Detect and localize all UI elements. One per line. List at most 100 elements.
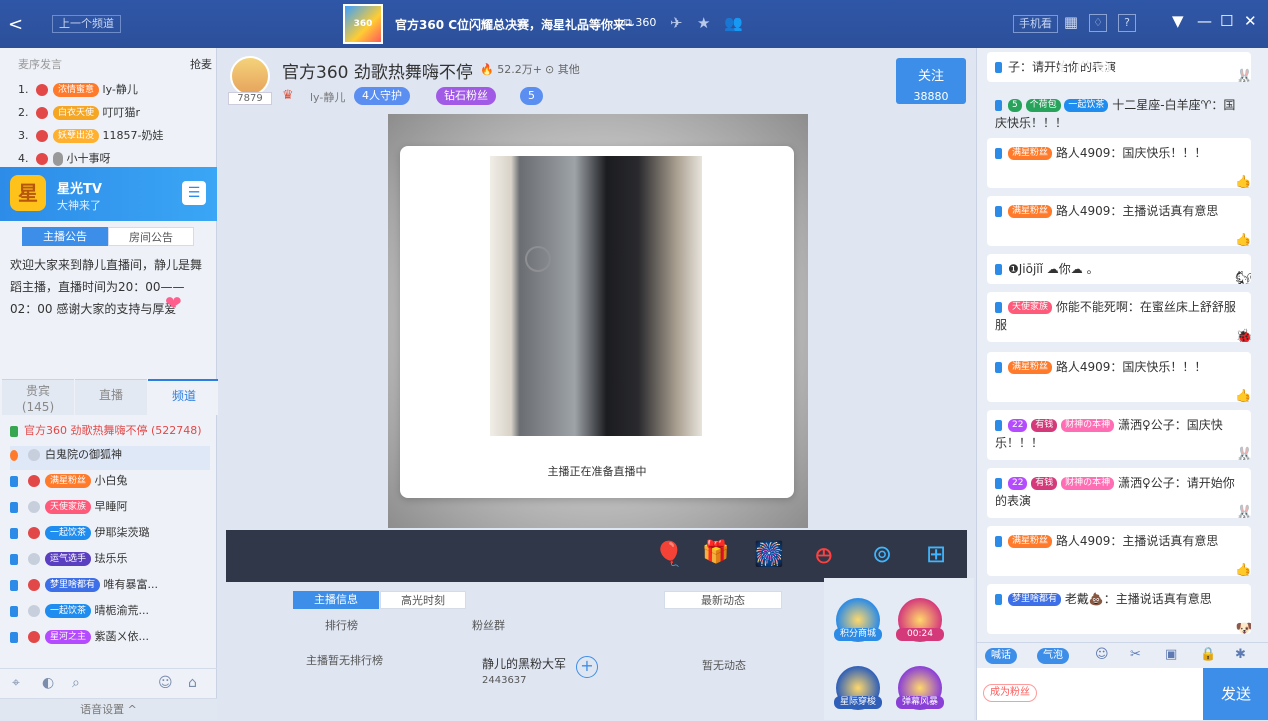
back-icon[interactable]: < bbox=[8, 14, 23, 35]
list-item[interactable]: 天使家族 早睡阿 bbox=[10, 498, 128, 522]
fireworks-icon[interactable]: 🎆 bbox=[754, 540, 784, 568]
activity-item[interactable]: 00:24 bbox=[896, 598, 944, 642]
maximize-icon[interactable]: ☐ bbox=[1220, 12, 1233, 30]
tab-live[interactable]: 直播 bbox=[75, 379, 147, 415]
center-panel: 7879 官方360 劲歌热舞嗨不停 🔥 52.2万+ ⊙ 其他 ♛ ly-静儿… bbox=[218, 48, 975, 720]
user-badge: 梦里啥都有 bbox=[45, 578, 101, 592]
chat-message[interactable]: 22 有钱 财神の本神 潇洒♀公子：请开始你的表演 🐰 bbox=[987, 468, 1251, 518]
xingguang-tv-banner[interactable]: 星 星光TV 大神来了 ☰ bbox=[0, 167, 217, 221]
rank-number: 3. bbox=[18, 129, 29, 142]
mic-queue-title: 麦序发言 bbox=[18, 58, 62, 71]
balloon-icon[interactable]: 🎈 bbox=[654, 540, 684, 568]
bell-icon[interactable]: ♢ bbox=[1089, 14, 1107, 32]
scissors-icon[interactable]: ✂ bbox=[1130, 647, 1141, 662]
tab-highlights[interactable]: 高光时刻 bbox=[380, 591, 466, 609]
rank-name: 小十事呀 bbox=[66, 152, 111, 165]
device-icon bbox=[10, 501, 18, 513]
search-icon[interactable]: ⌕ bbox=[72, 675, 80, 691]
lock-icon[interactable]: 🔒 bbox=[1200, 647, 1216, 662]
chat-badge: 22 bbox=[1008, 477, 1028, 490]
fan-icon bbox=[525, 246, 551, 272]
tab-room-announcement[interactable]: 房间公告 bbox=[108, 227, 194, 246]
chat-message[interactable]: 22 有钱 财神の本神 潇洒♀公子：国庆快乐！！！ 🐰 bbox=[987, 410, 1251, 460]
list-item[interactable]: 梦里啥都有 唯有暴富... bbox=[10, 576, 158, 600]
chat-message[interactable]: 梦里啥都有 老戴💩：主播说话真有意思 🐶 bbox=[987, 584, 1251, 634]
activity-item[interactable]: 弹幕风暴 bbox=[896, 666, 944, 710]
tab-anchor-info[interactable]: 主播信息 bbox=[293, 591, 379, 609]
chat-emoji-icon: 🐿 bbox=[1235, 271, 1251, 284]
list-item[interactable]: 运气选手 珐乐乐 bbox=[10, 550, 128, 574]
plane-icon[interactable]: ✈ bbox=[670, 14, 683, 32]
chat-message[interactable]: 满星粉丝 路人4909：主播说话真有意思 🤙 bbox=[987, 526, 1251, 576]
rank-item[interactable]: 3. 妖孽出没 11857-奶娃 bbox=[18, 127, 163, 147]
tab-anchor-announcement[interactable]: 主播公告 bbox=[22, 227, 108, 246]
other-icon: ⊙ bbox=[545, 63, 555, 76]
voice-settings-button[interactable]: 语音设置 ^ bbox=[0, 698, 217, 720]
location-icon[interactable]: ⌖ bbox=[12, 675, 20, 691]
user-face-icon bbox=[27, 475, 40, 487]
users-icon[interactable]: 👥 bbox=[724, 14, 743, 32]
rank-item[interactable]: 2. 白衣天使 叮叮猫r bbox=[18, 104, 140, 124]
chat-message[interactable]: 天使家族 你能不能死啊：在蜜丝床上舒舒服服 🐞 bbox=[987, 292, 1251, 342]
tab-guests[interactable]: 贵宾 (145) bbox=[2, 379, 74, 415]
list-item[interactable]: 星河之主 紫菡ㄨ依... bbox=[10, 628, 149, 652]
grid-icon[interactable]: ▦ bbox=[1062, 14, 1080, 32]
prev-channel-button[interactable]: 上一个频道 bbox=[52, 15, 121, 33]
image-icon[interactable]: ▣ bbox=[1165, 647, 1177, 662]
chat-message[interactable]: 满星粉丝 路人4909：主播说话真有意思 🤙 bbox=[987, 196, 1251, 246]
guard-badge[interactable]: 4人守护 bbox=[354, 87, 410, 105]
channel-logo[interactable]: 360 bbox=[343, 4, 383, 44]
list-item[interactable]: 满星粉丝 小白兔 bbox=[10, 472, 128, 496]
rank-item[interactable]: 1. 浓情蜜意 ly-静儿 bbox=[18, 81, 138, 101]
list-item[interactable]: 一起饮茶 伊耶柒茨璐 bbox=[10, 524, 150, 548]
device-icon bbox=[995, 478, 1002, 489]
emoji-icon[interactable]: ☺ bbox=[1095, 647, 1109, 662]
dropdown-icon[interactable]: ▼ bbox=[1172, 12, 1184, 30]
other-button[interactable]: ⊙ 其他 bbox=[545, 61, 580, 77]
follow-button[interactable]: 关注 38880 bbox=[896, 58, 966, 104]
xingguang-icon: 星 bbox=[10, 175, 46, 211]
send-button[interactable]: 发送 bbox=[1203, 668, 1268, 720]
mobile-watch-button[interactable]: 手机看 bbox=[1013, 15, 1058, 33]
minimize-icon[interactable]: — bbox=[1197, 12, 1212, 30]
chat-input[interactable]: 成为粉丝 bbox=[977, 668, 1203, 720]
home-icon[interactable]: ⌂ bbox=[188, 675, 197, 691]
chat-badge: 天使家族 bbox=[1008, 301, 1053, 314]
menu-icon[interactable]: ☰ bbox=[182, 181, 206, 205]
shout-button[interactable]: 喊话 bbox=[985, 648, 1017, 664]
grab-mic-button[interactable]: 抢麦 bbox=[190, 56, 212, 72]
rank-badge: 白衣天使 bbox=[53, 106, 100, 120]
join-group-icon[interactable]: + bbox=[576, 656, 598, 678]
become-fan-badge[interactable]: 成为粉丝 bbox=[983, 684, 1037, 702]
user-badge: 一起饮茶 bbox=[45, 604, 92, 618]
list-item[interactable]: 白鬼院の御狐神 bbox=[10, 446, 210, 470]
chat-message[interactable]: 满星粉丝 路人4909：国庆快乐！！！ 🤙 bbox=[987, 352, 1251, 402]
anchor-name[interactable]: ly-静儿 bbox=[310, 89, 345, 105]
bag-icon[interactable]: ⊚ bbox=[872, 540, 892, 568]
activity-item[interactable]: 积分商城 bbox=[834, 598, 882, 642]
anchor-avatar[interactable] bbox=[230, 56, 270, 96]
tab-channel[interactable]: 频道 bbox=[148, 379, 220, 415]
settings-icon[interactable]: ✱ bbox=[1235, 647, 1246, 662]
palette-icon[interactable]: ◐ bbox=[42, 675, 54, 691]
play-icon[interactable]: ⦺ bbox=[816, 540, 832, 568]
close-icon[interactable]: ✕ bbox=[1244, 12, 1257, 30]
diamond-fans-badge[interactable]: 钻石粉丝 bbox=[436, 87, 496, 105]
gift-box-icon[interactable]: 🎁 bbox=[702, 540, 729, 565]
help-icon[interactable]: ? bbox=[1118, 14, 1136, 32]
bubble-button[interactable]: 气泡 bbox=[1037, 648, 1069, 664]
list-item[interactable]: 一起饮茶 晴栀渝荒... bbox=[10, 602, 149, 626]
mask-icon bbox=[35, 84, 48, 96]
shop-icon[interactable]: ⊞ bbox=[926, 540, 946, 568]
channel-header[interactable]: 官方360 劲歌热舞嗨不停 (522748) bbox=[10, 422, 202, 438]
chat-icon[interactable]: ☺ bbox=[158, 675, 173, 691]
tab-latest-news[interactable]: 最新动态 bbox=[664, 591, 782, 609]
fans-count-badge[interactable]: 5 bbox=[520, 87, 543, 105]
star-icon[interactable]: ★ bbox=[697, 14, 710, 32]
chat-message[interactable]: 满星粉丝 路人4909：国庆快乐！！！ 🤙 bbox=[987, 138, 1251, 188]
chat-message[interactable]: ❶Jiōjǐǐ ☁你☁ 。 🐿 bbox=[987, 254, 1251, 284]
left-bottom-toolbar: ⌖ ◐ ⌕ ☺ ⌂ bbox=[0, 668, 217, 698]
chat-message[interactable]: 5 个荷包 一起饮茶 十二星座-白羊座♈：国庆快乐！！！ bbox=[987, 90, 1251, 130]
fan-group-name[interactable]: 静儿的黑粉大军 bbox=[482, 655, 566, 672]
activity-item[interactable]: 星际穿梭 bbox=[834, 666, 882, 710]
